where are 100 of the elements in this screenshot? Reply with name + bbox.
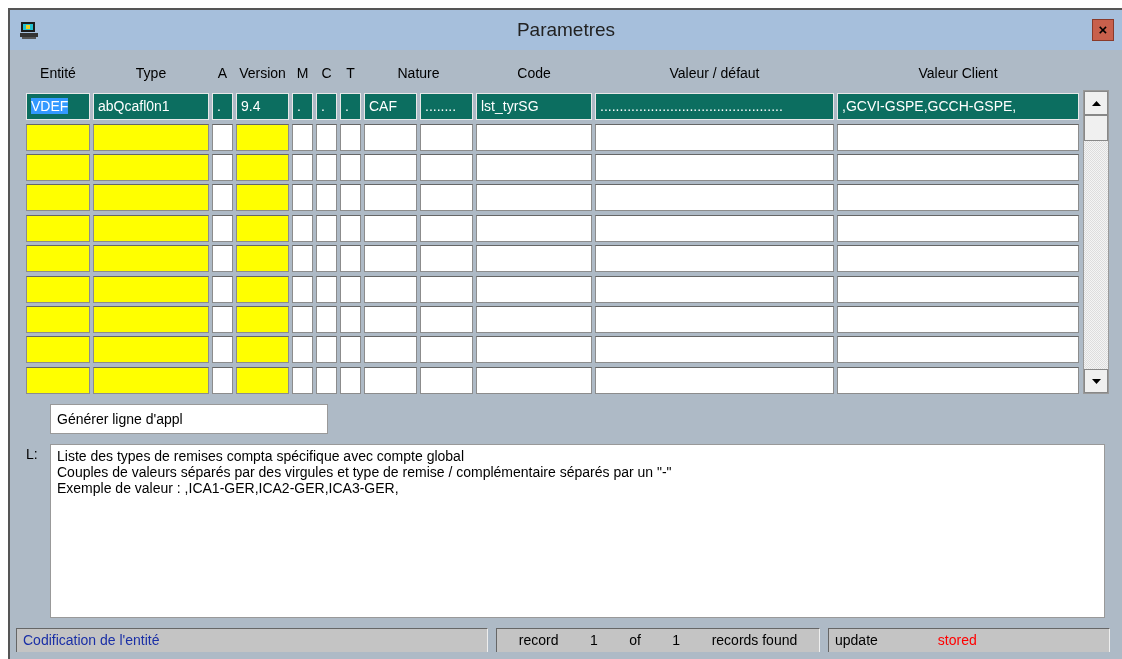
table-cell[interactable] — [476, 214, 592, 242]
table-cell[interactable] — [364, 275, 417, 303]
table-cell[interactable] — [212, 305, 233, 333]
table-cell[interactable] — [420, 214, 473, 242]
table-cell[interactable] — [26, 184, 90, 212]
table-cell[interactable] — [292, 366, 313, 394]
table-cell[interactable]: lst_tyrSG — [476, 93, 592, 121]
table-cell[interactable] — [837, 245, 1079, 273]
table-cell[interactable] — [292, 184, 313, 212]
table-cell[interactable] — [476, 123, 592, 151]
table-cell[interactable] — [26, 305, 90, 333]
table-cell[interactable] — [93, 154, 209, 182]
table-cell[interactable] — [93, 305, 209, 333]
table-cell[interactable] — [595, 305, 834, 333]
table-cell[interactable] — [595, 336, 834, 364]
table-cell[interactable] — [364, 305, 417, 333]
table-cell[interactable] — [212, 366, 233, 394]
table-cell[interactable] — [292, 305, 313, 333]
table-cell[interactable] — [595, 154, 834, 182]
table-cell[interactable] — [292, 275, 313, 303]
table-cell[interactable] — [292, 245, 313, 273]
table-cell[interactable] — [595, 184, 834, 212]
table-cell[interactable]: . — [212, 93, 233, 121]
table-cell[interactable] — [837, 305, 1079, 333]
table-cell[interactable] — [292, 214, 313, 242]
table-cell[interactable] — [316, 123, 337, 151]
table-cell[interactable] — [316, 245, 337, 273]
table-cell[interactable] — [340, 214, 361, 242]
table-cell[interactable] — [364, 123, 417, 151]
table-cell[interactable] — [26, 336, 90, 364]
table-cell[interactable] — [837, 366, 1079, 394]
table-cell[interactable] — [595, 366, 834, 394]
table-cell[interactable] — [236, 123, 289, 151]
table-cell[interactable] — [236, 154, 289, 182]
text-area[interactable] — [50, 444, 1105, 618]
table-cell[interactable] — [595, 245, 834, 273]
table-cell[interactable] — [476, 305, 592, 333]
table-cell[interactable] — [364, 366, 417, 394]
table-cell[interactable]: . — [340, 93, 361, 121]
table-cell[interactable] — [292, 154, 313, 182]
table-cell[interactable] — [837, 214, 1079, 242]
table-cell[interactable] — [212, 123, 233, 151]
table-cell[interactable] — [340, 184, 361, 212]
table-cell[interactable] — [837, 336, 1079, 364]
table-cell[interactable] — [476, 154, 592, 182]
table-cell[interactable] — [837, 184, 1079, 212]
table-cell[interactable] — [420, 366, 473, 394]
table-cell[interactable] — [236, 275, 289, 303]
table-cell[interactable] — [93, 184, 209, 212]
table-cell[interactable] — [364, 245, 417, 273]
table-cell[interactable] — [212, 336, 233, 364]
table-cell[interactable] — [316, 154, 337, 182]
table-cell[interactable] — [316, 336, 337, 364]
table-cell[interactable]: CAF — [364, 93, 417, 121]
table-cell[interactable] — [837, 154, 1079, 182]
table-cell[interactable] — [595, 275, 834, 303]
table-cell[interactable]: ............................................... — [595, 93, 834, 121]
table-cell[interactable] — [364, 154, 417, 182]
table-cell[interactable]: . — [292, 93, 313, 121]
table-cell[interactable] — [595, 123, 834, 151]
table-cell[interactable] — [476, 336, 592, 364]
table-cell[interactable] — [26, 366, 90, 394]
table-cell[interactable] — [212, 214, 233, 242]
table-cell[interactable] — [212, 184, 233, 212]
table-cell[interactable] — [340, 154, 361, 182]
scrollbar[interactable] — [1083, 90, 1109, 394]
table-cell[interactable] — [93, 336, 209, 364]
table-cell[interactable] — [93, 123, 209, 151]
table-cell[interactable] — [420, 275, 473, 303]
table-cell[interactable] — [420, 154, 473, 182]
table-cell[interactable] — [93, 366, 209, 394]
table-cell[interactable] — [26, 275, 90, 303]
table-cell[interactable] — [420, 245, 473, 273]
table-cell[interactable] — [476, 366, 592, 394]
table-cell[interactable] — [420, 184, 473, 212]
table-cell[interactable]: abQcafl0n1 — [93, 93, 209, 121]
input-field[interactable]: Générer ligne d'appl — [50, 404, 328, 434]
table-cell[interactable] — [26, 214, 90, 242]
table-cell[interactable] — [364, 336, 417, 364]
close-button[interactable]: × — [1092, 19, 1114, 41]
table-cell[interactable]: . — [316, 93, 337, 121]
table-cell[interactable] — [476, 245, 592, 273]
table-cell[interactable] — [93, 245, 209, 273]
table-cell[interactable] — [837, 123, 1079, 151]
table-cell[interactable] — [236, 214, 289, 242]
table-cell[interactable] — [316, 305, 337, 333]
table-cell[interactable] — [340, 275, 361, 303]
scroll-thumb[interactable] — [1084, 115, 1108, 141]
table-cell[interactable] — [340, 305, 361, 333]
table-cell[interactable] — [212, 275, 233, 303]
table-cell[interactable] — [93, 275, 209, 303]
scroll-down-button[interactable] — [1084, 369, 1108, 393]
table-cell[interactable] — [26, 245, 90, 273]
table-cell[interactable] — [364, 184, 417, 212]
table-cell[interactable] — [236, 245, 289, 273]
table-cell[interactable] — [26, 123, 90, 151]
table-cell[interactable] — [236, 184, 289, 212]
table-cell[interactable] — [837, 275, 1079, 303]
table-cell[interactable] — [340, 336, 361, 364]
table-cell[interactable] — [292, 123, 313, 151]
